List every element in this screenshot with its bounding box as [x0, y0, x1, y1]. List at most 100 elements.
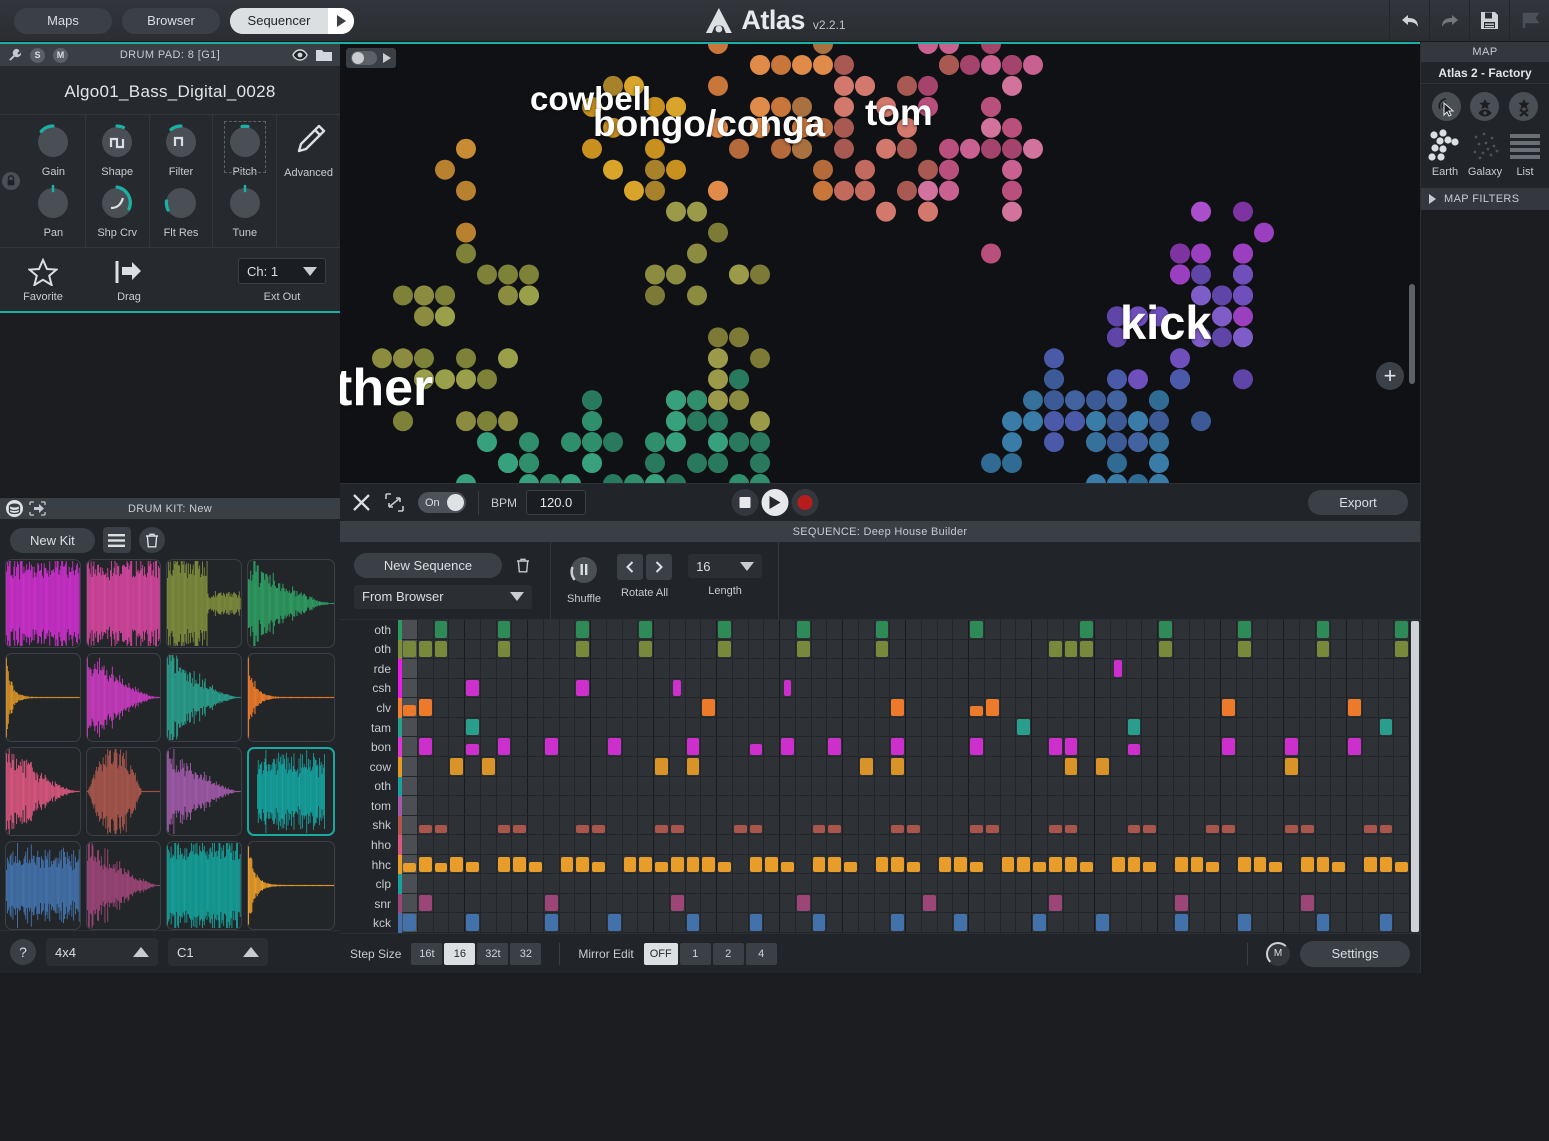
sequencer-step-cell[interactable] [1205, 815, 1221, 836]
sequencer-step-cell[interactable] [811, 717, 828, 738]
sequencer-note[interactable] [418, 699, 432, 716]
sequencer-note[interactable] [922, 894, 936, 912]
sequencer-step-cell[interactable] [1158, 815, 1174, 836]
sequencer-step-cell[interactable] [512, 737, 528, 757]
sequencer-step-cell[interactable] [465, 796, 481, 816]
sequencer-note[interactable] [466, 743, 479, 755]
sequencer-step-cell[interactable] [890, 835, 906, 855]
sequencer-step-cell[interactable] [1173, 717, 1190, 738]
sequencer-step-cell[interactable] [1221, 717, 1237, 738]
sequencer-step-cell[interactable] [1331, 776, 1347, 797]
sequencer-step-cell[interactable] [496, 874, 513, 894]
sequencer-step-cell[interactable] [1331, 678, 1347, 699]
sequencer-step-cell[interactable] [1158, 698, 1174, 718]
redo-icon[interactable] [1429, 0, 1469, 42]
sequencer-step-cell[interactable] [559, 776, 576, 797]
sequencer-step-cell[interactable] [1205, 756, 1221, 777]
sequencer-note[interactable] [639, 857, 652, 873]
sequencer-step-cell[interactable] [606, 678, 623, 699]
sequencer-step-cell[interactable] [606, 717, 623, 738]
sequencer-step-cell[interactable] [969, 874, 985, 894]
sequencer-step-cell[interactable] [591, 698, 607, 718]
sequencer-step-cell[interactable] [1268, 874, 1284, 894]
sequencer-note[interactable] [1048, 857, 1062, 873]
sequencer-step-cell[interactable] [1378, 737, 1395, 757]
sequencer-step-cell[interactable] [921, 737, 938, 757]
sequencer-note[interactable] [592, 824, 605, 834]
sequencer-step-cell[interactable] [606, 756, 623, 777]
sequencer-note[interactable] [576, 679, 589, 697]
sequencer-step-cell[interactable] [669, 776, 686, 797]
sequencer-step-cell[interactable] [811, 893, 828, 914]
map-zoom-in-button[interactable]: + [1376, 362, 1404, 390]
sequencer-step-cell[interactable] [811, 639, 828, 660]
sequencer-step-cell[interactable] [1032, 874, 1048, 894]
sequencer-step-cell[interactable] [969, 893, 985, 914]
sequencer-step-cell[interactable] [764, 698, 780, 718]
sequencer-step-cell[interactable] [969, 756, 985, 777]
sequencer-step-cell[interactable] [433, 874, 450, 894]
sequencer-step-cell[interactable] [1252, 756, 1269, 777]
sequencer-note[interactable] [497, 640, 511, 658]
knob-filter[interactable]: Filter [160, 121, 202, 178]
sequencer-note[interactable] [623, 857, 637, 873]
sequencer-step-cell[interactable] [1189, 659, 1206, 679]
sequencer-step-cell[interactable] [1252, 796, 1269, 816]
sequencer-step-cell[interactable] [795, 620, 812, 640]
sequencer-step-cell[interactable] [1016, 737, 1032, 757]
sequencer-note[interactable] [1127, 718, 1141, 736]
sequencer-step-cell[interactable] [890, 717, 906, 738]
sequencer-step-cell[interactable] [1079, 678, 1095, 699]
sequencer-step-cell[interactable] [669, 678, 686, 699]
sequencer-step-cell[interactable] [1126, 620, 1143, 640]
sequencer-step-cell[interactable] [795, 678, 812, 699]
sequencer-step-cell[interactable] [953, 639, 969, 660]
sequencer-step-cell[interactable] [1110, 815, 1127, 836]
sequencer-step-cell[interactable] [512, 893, 528, 914]
sequencer-step-cell[interactable] [795, 756, 812, 777]
sequencer-step-cell[interactable] [1394, 620, 1410, 640]
sequencer-step-cell[interactable] [1126, 874, 1143, 894]
database-icon[interactable] [6, 500, 23, 517]
sequencer-step-cell[interactable] [559, 835, 576, 855]
sequencer-step-cell[interactable] [906, 678, 922, 699]
sequencer-step-cell[interactable] [669, 796, 686, 816]
length-select[interactable]: 16 [688, 554, 763, 578]
sequencer-step-cell[interactable] [480, 756, 497, 777]
sequencer-step-cell[interactable] [496, 678, 513, 699]
sequencer-step-cell[interactable] [528, 639, 544, 660]
sequencer-note[interactable] [938, 857, 952, 873]
knob-pitch[interactable]: Pitch [223, 121, 266, 178]
sequencer-step-cell[interactable] [1158, 659, 1174, 679]
sequencer-step-cell[interactable] [480, 620, 497, 640]
sequencer-note[interactable] [1080, 862, 1093, 873]
sequencer-step-cell[interactable] [496, 854, 513, 875]
sequencer-step-cell[interactable] [795, 796, 812, 816]
sequencer-note[interactable] [1080, 621, 1093, 638]
sequencer-step-cell[interactable] [1079, 874, 1095, 894]
sequencer-step-cell[interactable] [622, 678, 639, 699]
sequencer-step-cell[interactable] [717, 737, 733, 757]
sequencer-note[interactable] [1127, 857, 1141, 873]
sequencer-step-cell[interactable] [480, 913, 497, 933]
sequencer-step-cell[interactable] [921, 776, 938, 797]
sequencer-step-cell[interactable] [1158, 678, 1174, 699]
sequencer-step-cell[interactable] [1189, 678, 1206, 699]
sequencer-step-cell[interactable] [764, 893, 780, 914]
sequencer-step-cell[interactable] [827, 678, 843, 699]
mirror-edit-option[interactable]: 1 [679, 942, 711, 965]
sequencer-step-cell[interactable] [654, 698, 670, 718]
knob-shp-crv[interactable]: Shp Crv [96, 182, 138, 239]
sequencer-step-cell[interactable] [1331, 913, 1347, 933]
sequencer-note[interactable] [1001, 857, 1015, 873]
sequencer-step-cell[interactable] [669, 854, 686, 875]
sequencer-step-cell[interactable] [1378, 659, 1395, 679]
sequencer-step-cell[interactable] [1079, 717, 1095, 738]
sequencer-step-cell[interactable] [1047, 737, 1064, 757]
sequencer-step-cell[interactable] [1110, 620, 1127, 640]
sequencer-step-cell[interactable] [1173, 756, 1190, 777]
sequencer-note[interactable] [639, 621, 652, 638]
sequencer-step-cell[interactable] [591, 893, 607, 914]
sequencer-step-cell[interactable] [638, 698, 654, 718]
sequencer-step-cell[interactable] [1299, 815, 1316, 836]
